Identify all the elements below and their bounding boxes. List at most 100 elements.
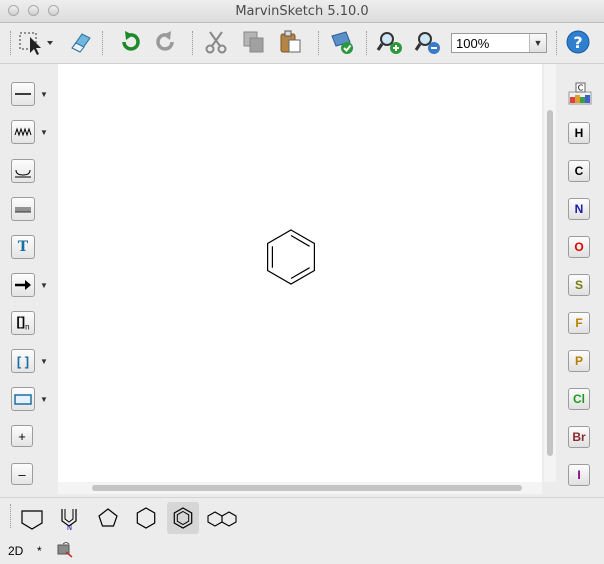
status-bar: 2D * — [0, 538, 604, 564]
toolbar-separator — [556, 31, 557, 55]
eraser-button[interactable] — [66, 28, 94, 56]
element-button-cl[interactable]: Cl — [568, 388, 590, 410]
charge-minus-icon: – — [18, 466, 26, 482]
pyrrole-template-button[interactable]: N — [54, 502, 86, 534]
copy-icon — [243, 31, 264, 53]
structure-check-icon[interactable] — [56, 542, 74, 558]
zoom-out-button[interactable] — [414, 28, 442, 56]
vertical-scrollbar[interactable] — [544, 64, 556, 482]
svg-text:C: C — [578, 84, 584, 93]
redo-icon — [156, 31, 174, 51]
svg-text:N: N — [67, 524, 72, 531]
single-bond-icon — [15, 93, 31, 95]
element-button-h[interactable]: H — [568, 122, 590, 144]
cyclopropane-template-icon — [21, 510, 43, 530]
toolbar-separator — [366, 31, 367, 55]
zoom-out-icon — [414, 32, 440, 54]
ruler-icon — [15, 207, 31, 213]
benzene-template-icon — [173, 507, 193, 529]
chevron-down-icon[interactable]: ▼ — [529, 34, 546, 52]
help-icon: ? — [566, 30, 590, 54]
element-button-c[interactable]: C — [568, 160, 590, 182]
svg-text:?: ? — [573, 33, 582, 52]
charge-minus-button[interactable]: – — [11, 463, 33, 485]
element-button-p[interactable]: P — [568, 350, 590, 372]
element-palette: C H C N O S F P Cl Br I — [558, 64, 604, 494]
cyclohexane-template-icon — [136, 507, 156, 529]
toolbar-separator — [10, 504, 11, 528]
copy-button[interactable] — [240, 28, 268, 56]
select-icon — [19, 32, 53, 55]
toolbar-separator — [318, 31, 319, 55]
dimension-mode-label: 2D — [8, 544, 24, 558]
any-bond-icon — [14, 127, 32, 137]
chevron-down-icon[interactable]: ▼ — [40, 90, 48, 99]
select-tool-button[interactable] — [16, 28, 54, 56]
charge-plus-button[interactable]: + — [11, 425, 33, 447]
zoom-combobox[interactable]: 100% ▼ — [451, 33, 547, 53]
undo-icon — [122, 31, 140, 51]
sgroup-bracket-button[interactable]: []n — [11, 311, 35, 335]
eraser-icon — [71, 33, 91, 53]
toolbar-separator — [10, 31, 11, 55]
any-bond-button[interactable] — [11, 120, 35, 144]
chevron-down-icon[interactable]: ▼ — [40, 395, 48, 404]
text-tool-button[interactable]: T — [11, 235, 35, 259]
cyclopropane-template-button[interactable] — [16, 502, 48, 534]
undo-button[interactable] — [116, 28, 144, 56]
pyrrole-template-icon: N — [61, 509, 77, 531]
naphthalene-template-button[interactable] — [206, 502, 238, 534]
cut-icon — [205, 31, 227, 54]
cut-button[interactable] — [202, 28, 230, 56]
arrow-icon — [15, 280, 31, 290]
arrow-button[interactable] — [11, 273, 35, 297]
chevron-down-icon[interactable]: ▼ — [40, 128, 48, 137]
benzene-template-button[interactable] — [167, 502, 199, 534]
zoom-in-icon — [376, 32, 402, 54]
bracket-icon: [ ] — [16, 353, 30, 369]
modified-indicator: * — [37, 544, 42, 558]
toolbar-separator — [102, 31, 103, 55]
element-button-i[interactable]: I — [568, 464, 590, 486]
clean-structure-icon — [331, 31, 353, 54]
element-button-f[interactable]: F — [568, 312, 590, 334]
periodic-table-icon: C — [568, 82, 592, 105]
text-tool-icon: T — [17, 239, 29, 255]
horizontal-scroll-thumb[interactable] — [92, 485, 522, 491]
paste-button[interactable] — [276, 28, 304, 56]
rectangle-button[interactable] — [11, 387, 35, 411]
clean-structure-button[interactable] — [328, 28, 356, 56]
sgroup-bracket-icon: []n — [16, 314, 30, 332]
chevron-down-icon[interactable]: ▼ — [40, 357, 48, 366]
help-button[interactable]: ? — [564, 28, 592, 56]
window-title: MarvinSketch 5.10.0 — [235, 4, 369, 19]
periodic-table-button[interactable]: C — [567, 82, 593, 106]
ruler-button[interactable] — [11, 197, 35, 221]
cyclopentane-template-button[interactable] — [92, 502, 124, 534]
cyclohexane-template-button[interactable] — [130, 502, 162, 534]
bracket-button[interactable]: [ ] — [11, 349, 35, 373]
vertical-scroll-thumb[interactable] — [547, 110, 553, 456]
naphthalene-template-icon — [207, 511, 237, 527]
redo-button[interactable] — [152, 28, 180, 56]
element-button-s[interactable]: S — [568, 274, 590, 296]
chain-button[interactable] — [11, 159, 35, 183]
single-bond-button[interactable] — [11, 82, 35, 106]
drawing-canvas[interactable] — [58, 64, 542, 482]
benzene-molecule[interactable] — [58, 64, 542, 482]
element-button-o[interactable]: O — [568, 236, 590, 258]
chain-icon — [15, 169, 31, 178]
zoom-value: 100% — [456, 36, 490, 51]
template-toolbar: N — [0, 497, 604, 538]
left-tool-palette: ▼ ▼ T ▼ []n [ ] ▼ ▼ + – — [0, 64, 56, 494]
horizontal-scrollbar[interactable] — [58, 482, 542, 494]
toolbar-separator — [192, 31, 193, 55]
element-button-br[interactable]: Br — [568, 426, 590, 448]
zoom-in-button[interactable] — [376, 28, 404, 56]
benzene-ring[interactable] — [267, 229, 315, 285]
cyclopentane-template-icon — [98, 508, 118, 527]
chevron-down-icon[interactable]: ▼ — [40, 281, 48, 290]
element-button-n[interactable]: N — [568, 198, 590, 220]
title-bar: MarvinSketch 5.10.0 — [0, 0, 604, 23]
main-toolbar: 100% ▼ ? — [0, 23, 604, 64]
